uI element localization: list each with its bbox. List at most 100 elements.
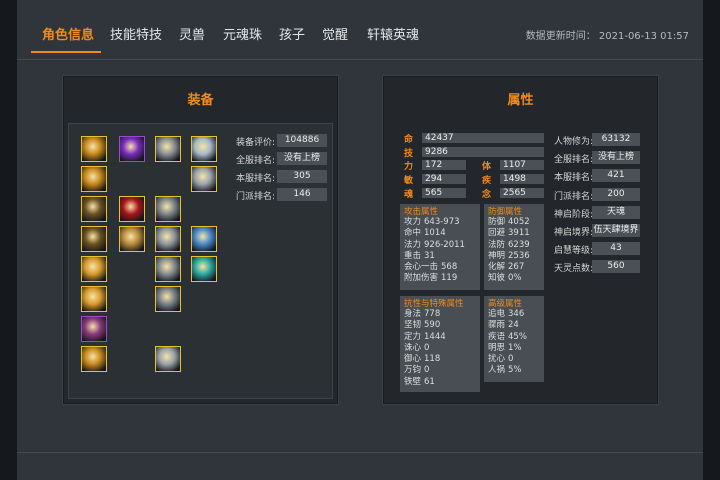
tab-soul-pearl[interactable]: 元魂珠 xyxy=(223,24,262,43)
attribute-label: 重击 xyxy=(404,250,422,261)
attribute-label: 法防 xyxy=(488,239,506,250)
equipment-slot[interactable] xyxy=(81,166,107,192)
attribute-label: 铁壁 xyxy=(404,376,422,387)
defense-box-title: 防御属性 xyxy=(488,207,523,217)
equipment-slot[interactable] xyxy=(81,226,107,252)
swiftness-value: 1498 xyxy=(500,174,544,184)
attribute-label: 神明 xyxy=(488,250,506,261)
equipment-inner: 装备评价: 104886 全服排名: 没有上榜 本服排名: 305 门派排名: … xyxy=(68,123,333,399)
attribute-label: 身法 xyxy=(404,309,422,319)
advanced-attributes-box: 高级属性 追电 346 骤雨 24 疾语 45% 明思 1% 扰心 0 人祸 5% xyxy=(484,296,544,382)
side-stat-value: 63132 xyxy=(592,133,640,146)
equipment-slot[interactable] xyxy=(81,346,107,372)
attribute-value: 119 xyxy=(441,273,458,284)
tab-spirit-beast[interactable]: 灵兽 xyxy=(179,24,205,43)
gold-necklace-icon xyxy=(82,317,106,341)
equipment-slot[interactable] xyxy=(155,346,181,372)
side-stat-value: 没有上榜 xyxy=(592,151,640,165)
attribute-row: 追电 346 xyxy=(488,309,540,320)
attribute-row: 御心 118 xyxy=(404,354,476,365)
attribute-row: 人祸 5% xyxy=(488,365,540,376)
active-tab-indicator xyxy=(31,51,101,53)
attribute-value: 1444 xyxy=(424,331,446,342)
gold-hand-icon xyxy=(120,227,144,251)
attribute-value: 6239 xyxy=(508,239,530,250)
equipment-slot[interactable] xyxy=(155,256,181,282)
silver-wing-icon xyxy=(192,137,216,161)
equipment-slot[interactable] xyxy=(191,256,217,282)
attribute-row: 回避 3911 xyxy=(488,228,540,239)
side-stat-label: 门派排名: xyxy=(554,191,594,202)
equip-sect-rank-value: 146 xyxy=(277,188,327,201)
equipment-slot[interactable] xyxy=(155,286,181,312)
tab-role-info[interactable]: 角色信息 xyxy=(42,24,94,43)
attribute-value: 568 xyxy=(441,262,458,273)
attribute-row: 法防 6239 xyxy=(488,240,540,251)
equipment-slot[interactable] xyxy=(155,136,181,162)
equipment-slot[interactable] xyxy=(155,196,181,222)
mind-label: 念 xyxy=(482,190,492,200)
attribute-value: 1% xyxy=(508,342,522,353)
tab-xuanyuan-soul[interactable]: 轩辕英魂 xyxy=(367,24,419,43)
footer-divider xyxy=(17,452,703,453)
equipment-panel: 装备 装备评价: 104886 全服排名: 没有上榜 本服排名: 305 门派排… xyxy=(63,76,338,404)
attribute-label: 追电 xyxy=(488,309,506,319)
soul-label: 魂 xyxy=(404,190,414,200)
side-stat-value: 200 xyxy=(592,187,640,201)
equipment-slot[interactable] xyxy=(81,286,107,312)
equipment-slot[interactable] xyxy=(81,316,107,342)
attribute-value: 1014 xyxy=(424,228,446,239)
page-frame: 角色信息 技能特技 灵兽 元魂珠 孩子 觉醒 轩辕英魂 数据更新时间： 2021… xyxy=(17,0,703,480)
equipment-slot[interactable] xyxy=(81,256,107,282)
gray-trousers-icon xyxy=(156,287,180,311)
equipment-slot[interactable] xyxy=(81,196,107,222)
attribute-value: 31 xyxy=(424,250,435,261)
side-stat-label: 天灵点数: xyxy=(554,264,594,275)
attribute-row: 诛心 0 xyxy=(404,343,476,354)
side-stat-label: 人物修为: xyxy=(554,137,594,147)
resistance-attributes-box: 抗性与特殊属性 身法 778 坚韧 590 定力 1444 诛心 0 御心 118 万钧 0 铁壁 61 xyxy=(400,296,480,392)
equipment-title: 装备 xyxy=(187,93,214,108)
attribute-row: 法力 926-2011 xyxy=(404,240,476,251)
attribute-panel: 属性 命 42437 技 9286 力 172 体 1107 敏 294 疾 1… xyxy=(383,76,658,404)
bronze-ring-icon xyxy=(82,227,106,251)
tab-children[interactable]: 孩子 xyxy=(279,24,305,43)
swiftness-label: 疾 xyxy=(482,176,492,186)
attribute-row: 万钧 0 xyxy=(404,365,476,376)
equipment-slot[interactable] xyxy=(81,136,107,162)
equip-server-rank-label: 本服排名: xyxy=(236,174,276,184)
attribute-label: 万钧 xyxy=(404,365,422,376)
attack-attributes-box: 攻击属性 攻力 643-973 命中 1014 法力 926-2011 重击 31 会心一击 56… xyxy=(400,204,480,290)
attribute-label: 明思 xyxy=(488,342,506,353)
attribute-label: 疾语 xyxy=(488,331,506,342)
attribute-row: 重击 31 xyxy=(404,251,476,262)
attribute-value: 643-973 xyxy=(424,217,460,227)
equipment-slot[interactable] xyxy=(119,226,145,252)
steel-armor-icon xyxy=(156,227,180,251)
attribute-value: 926-2011 xyxy=(424,239,465,250)
attribute-row: 身法 778 xyxy=(404,309,476,320)
agility-value: 294 xyxy=(422,174,466,184)
attack-box-title: 攻击属性 xyxy=(404,207,439,217)
equipment-slot[interactable] xyxy=(191,136,217,162)
equipment-slot[interactable] xyxy=(119,136,145,162)
tab-awakening[interactable]: 觉醒 xyxy=(322,24,348,43)
attribute-row: 骤雨 24 xyxy=(488,320,540,331)
equipment-slot[interactable] xyxy=(155,226,181,252)
attribute-label: 攻力 xyxy=(404,217,422,227)
attribute-label: 防御 xyxy=(488,217,506,227)
attribute-row: 明思 1% xyxy=(488,343,540,354)
gold-gear-icon xyxy=(82,137,106,161)
dark-ring-icon xyxy=(82,197,106,221)
attribute-value: 2536 xyxy=(508,250,530,261)
equipment-slot[interactable] xyxy=(191,166,217,192)
update-time: 数据更新时间： 2021-06-13 01:57 xyxy=(525,31,689,42)
tab-skills[interactable]: 技能特技 xyxy=(110,24,162,43)
teal-crystal-icon xyxy=(192,257,216,281)
attribute-row: 知彼 0% xyxy=(488,273,540,284)
equipment-slot[interactable] xyxy=(119,196,145,222)
attribute-label: 扰心 xyxy=(488,354,506,365)
equipment-slot[interactable] xyxy=(191,226,217,252)
side-stat-value: 天魂 xyxy=(592,205,640,219)
agility-label: 敏 xyxy=(404,176,414,186)
